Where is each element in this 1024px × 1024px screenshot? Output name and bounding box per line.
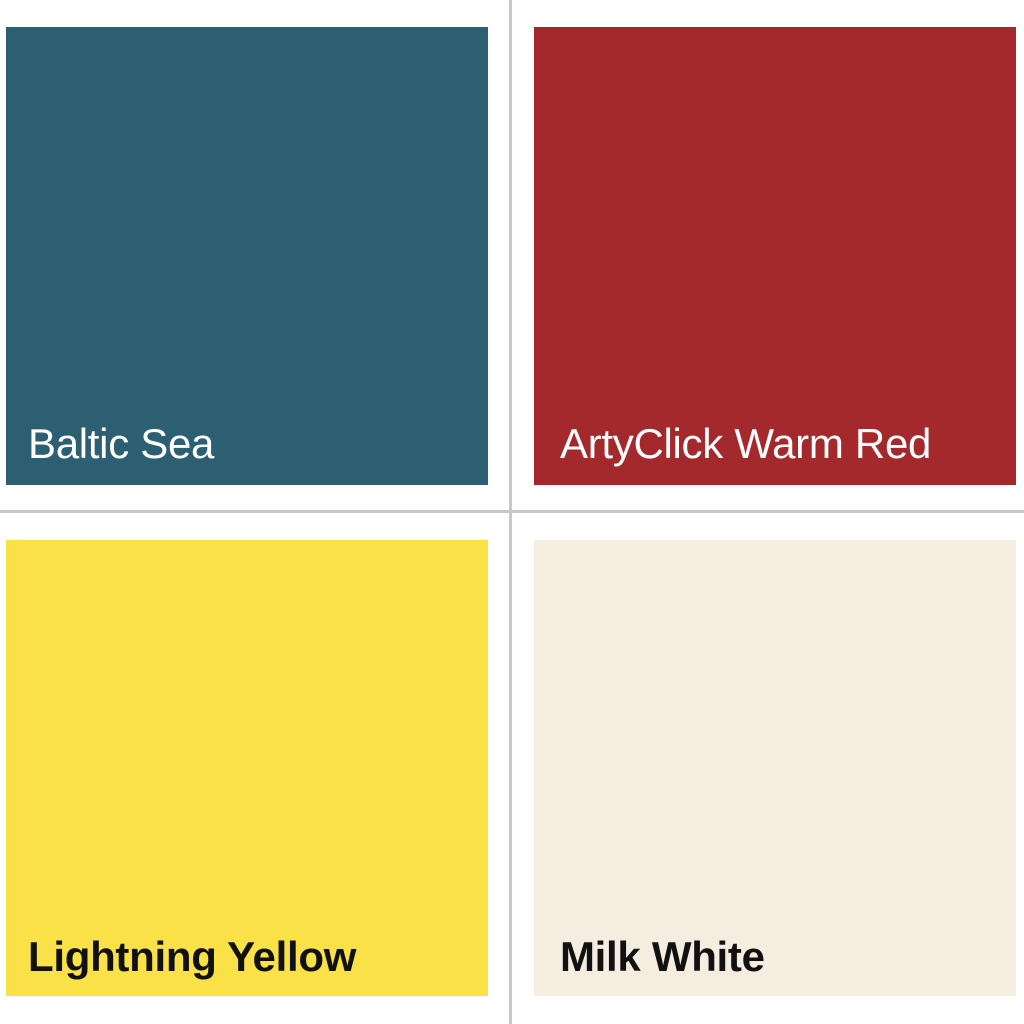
horizontal-divider bbox=[0, 510, 1024, 513]
color-palette-grid: Baltic Sea ArtyClick Warm Red Lightning … bbox=[0, 0, 1024, 1024]
swatch-label: Lightning Yellow bbox=[28, 933, 357, 980]
swatch-label: ArtyClick Warm Red bbox=[560, 420, 932, 467]
swatch-lightning-yellow: Lightning Yellow bbox=[6, 540, 488, 996]
swatch-baltic-sea: Baltic Sea bbox=[6, 27, 488, 485]
swatch-label: Baltic Sea bbox=[28, 420, 215, 467]
swatch-artyclick-warm-red: ArtyClick Warm Red bbox=[534, 27, 1016, 485]
swatch-label: Milk White bbox=[560, 933, 765, 980]
swatch-milk-white: Milk White bbox=[534, 540, 1016, 996]
